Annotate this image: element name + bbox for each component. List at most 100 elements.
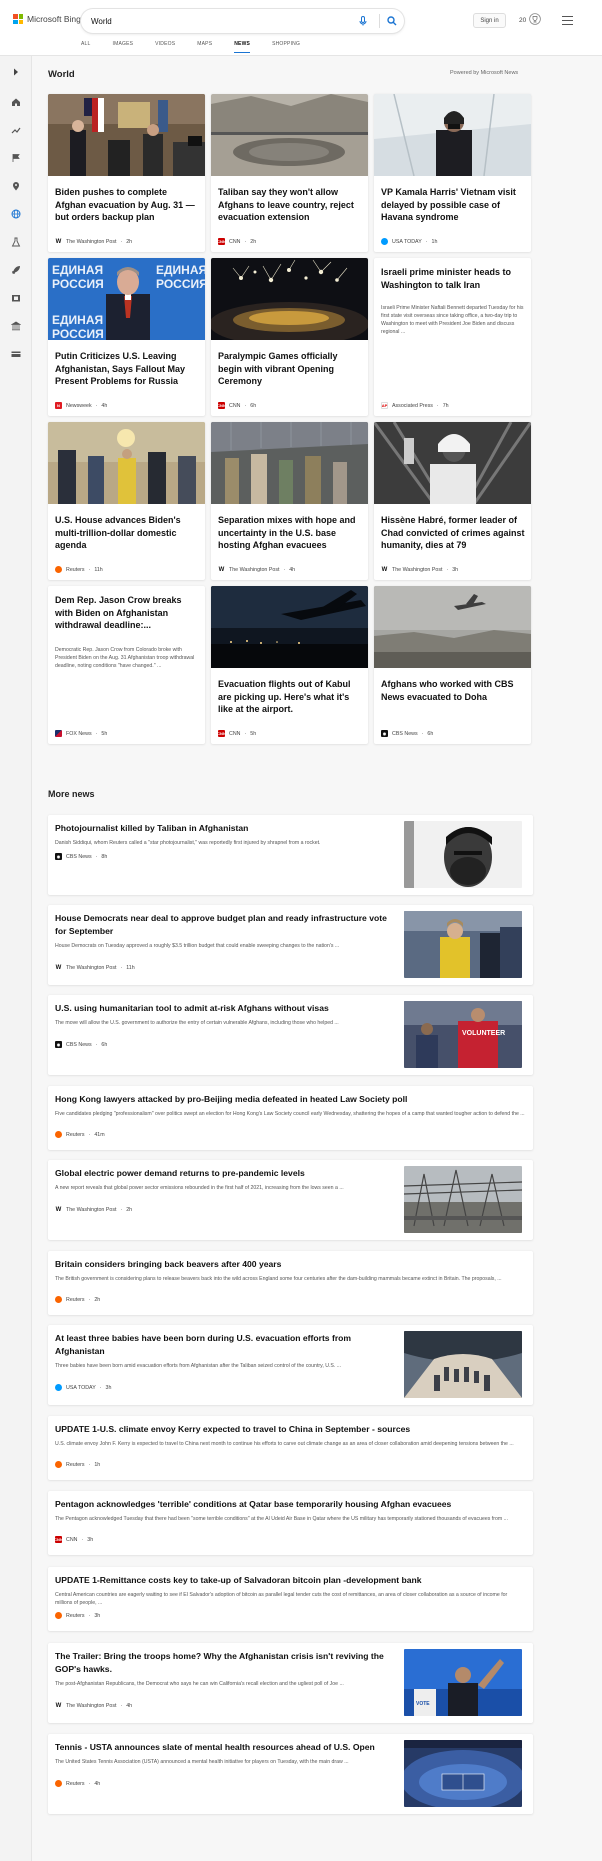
news-snippet: House Democrats on Tuesday approved a ro… xyxy=(55,943,340,949)
more-news-item[interactable]: UPDATE 1-Remittance costs key to take-up… xyxy=(48,1567,533,1631)
tab-videos[interactable]: VIDEOS xyxy=(155,39,175,51)
news-card[interactable]: Israeli prime minister heads to Washingt… xyxy=(374,258,531,416)
news-card[interactable]: Afghans who worked with CBS News evacuat… xyxy=(374,586,531,744)
news-title[interactable]: The Trailer: Bring the troops home? Why … xyxy=(55,1650,395,1675)
more-news-item[interactable]: At least three babies have been born dur… xyxy=(48,1325,533,1405)
news-title[interactable]: U.S. House advances Biden's multi-trilli… xyxy=(55,514,200,552)
bank-icon[interactable] xyxy=(10,320,21,331)
more-news-item[interactable]: The Trailer: Bring the troops home? Why … xyxy=(48,1643,533,1723)
news-time: 3h xyxy=(105,1384,112,1391)
news-title[interactable]: Tennis - USTA announces slate of mental … xyxy=(55,1741,395,1754)
news-time: 41m xyxy=(94,1131,105,1138)
tab-images[interactable]: IMAGES xyxy=(113,39,134,51)
home-icon[interactable] xyxy=(10,96,21,107)
news-card[interactable]: Biden pushes to complete Afghan evacuati… xyxy=(48,94,205,252)
tab-all[interactable]: ALL xyxy=(81,39,91,51)
news-title[interactable]: Global electric power demand returns to … xyxy=(55,1167,395,1180)
more-news-item[interactable]: UPDATE 1-U.S. climate envoy Kerry expect… xyxy=(48,1416,533,1480)
news-title[interactable]: Putin Criticizes U.S. Leaving Afghanista… xyxy=(55,350,200,388)
news-title[interactable]: Photojournalist killed by Taliban in Afg… xyxy=(55,822,395,835)
news-title[interactable]: VP Kamala Harris' Vietnam visit delayed … xyxy=(381,186,526,224)
news-title[interactable]: Hong Kong lawyers attacked by pro-Beijin… xyxy=(55,1093,525,1106)
more-news-item[interactable]: Pentagon acknowledges 'terrible' conditi… xyxy=(48,1491,533,1555)
menu-icon[interactable] xyxy=(562,16,573,25)
provider-name: The Washington Post xyxy=(392,566,443,573)
news-title[interactable]: Separation mixes with hope and uncertain… xyxy=(218,514,363,552)
news-card[interactable]: Evacuation flights out of Kabul are pick… xyxy=(211,586,368,744)
news-title[interactable]: Israeli prime minister heads to Washingt… xyxy=(381,266,526,291)
reuters-logo-icon xyxy=(55,1296,62,1303)
microphone-icon[interactable] xyxy=(355,13,371,29)
search-icon[interactable] xyxy=(384,13,400,29)
more-news-item[interactable]: Tennis - USTA announces slate of mental … xyxy=(48,1734,533,1814)
rewards-button[interactable]: 20 xyxy=(519,13,542,27)
more-news-item[interactable]: House Democrats near deal to approve bud… xyxy=(48,905,533,985)
news-title[interactable]: Pentagon acknowledges 'terrible' conditi… xyxy=(55,1498,525,1511)
news-title[interactable]: Hissène Habré, former leader of Chad con… xyxy=(381,514,526,552)
news-snippet: The British government is considering pl… xyxy=(55,1276,502,1282)
news-time: 4h xyxy=(94,1780,101,1787)
provider-name: USA TODAY xyxy=(392,238,422,245)
news-time: 8h xyxy=(101,853,108,860)
more-news-item[interactable]: U.S. using humanitarian tool to admit at… xyxy=(48,995,533,1075)
news-time: 4h xyxy=(126,1702,133,1709)
trending-icon[interactable] xyxy=(10,124,21,135)
provider-name: Associated Press xyxy=(392,402,433,409)
news-card[interactable]: Dem Rep. Jason Crow breaks with Biden on… xyxy=(48,586,205,744)
news-title[interactable]: U.S. using humanitarian tool to admit at… xyxy=(55,1002,395,1015)
news-title[interactable]: Evacuation flights out of Kabul are pick… xyxy=(218,678,363,716)
news-provider: Reuters · 1h xyxy=(55,1461,100,1468)
news-title[interactable]: Afghans who worked with CBS News evacuat… xyxy=(381,678,526,703)
expand-icon[interactable] xyxy=(10,66,21,77)
tab-news[interactable]: NEWS xyxy=(234,39,250,53)
news-card[interactable]: Paralympic Games officially begin with v… xyxy=(211,258,368,416)
tab-maps[interactable]: MAPS xyxy=(197,39,212,51)
bing-logo[interactable]: Microsoft Bing xyxy=(13,14,81,24)
news-image: VOTE xyxy=(404,1649,522,1716)
news-card[interactable]: Hissène Habré, former leader of Chad con… xyxy=(374,422,531,580)
svg-text:ЕДИНАЯ: ЕДИНАЯ xyxy=(52,313,103,327)
news-title[interactable]: Taliban say they won't allow Afghans to … xyxy=(218,186,363,224)
news-title[interactable]: Biden pushes to complete Afghan evacuati… xyxy=(55,186,200,224)
news-title[interactable]: Paralympic Games officially begin with v… xyxy=(218,350,363,388)
section-title-world: World xyxy=(48,69,75,80)
news-title[interactable]: At least three babies have been born dur… xyxy=(55,1332,385,1357)
news-card[interactable]: VP Kamala Harris' Vietnam visit delayed … xyxy=(374,94,531,252)
search-input[interactable] xyxy=(91,16,355,26)
money-icon[interactable] xyxy=(10,348,21,359)
provider-name: CNN xyxy=(229,238,241,245)
news-card[interactable]: Taliban say they won't allow Afghans to … xyxy=(211,94,368,252)
flag-icon[interactable] xyxy=(10,152,21,163)
news-title[interactable]: Dem Rep. Jason Crow breaks with Biden on… xyxy=(55,594,200,632)
sign-in-button[interactable]: Sign in xyxy=(473,13,506,28)
globe-icon[interactable] xyxy=(10,208,21,219)
provider-name: CBS News xyxy=(66,853,92,860)
rocket-icon[interactable] xyxy=(10,264,21,275)
news-time: 2h xyxy=(94,1296,101,1303)
news-provider: USA TODAY · 1h xyxy=(381,238,437,245)
news-title[interactable]: UPDATE 1-Remittance costs key to take-up… xyxy=(55,1574,525,1587)
news-card[interactable]: ЕДИНАЯ РОССИЯ ЕДИНАЯ РОССИЯ ЕДИНАЯ РОССИ… xyxy=(48,258,205,416)
news-card[interactable]: U.S. House advances Biden's multi-trilli… xyxy=(48,422,205,580)
film-icon[interactable] xyxy=(10,292,21,303)
news-snippet: The move will allow the U.S. government … xyxy=(55,1020,339,1026)
scope-tabs: ALL IMAGES VIDEOS MAPS NEWS SHOPPING xyxy=(81,39,322,53)
usa-today-logo-icon xyxy=(55,1384,62,1391)
news-title[interactable]: House Democrats near deal to approve bud… xyxy=(55,912,395,937)
news-card[interactable]: Separation mixes with hope and uncertain… xyxy=(211,422,368,580)
location-icon[interactable] xyxy=(10,180,21,191)
tab-shopping[interactable]: SHOPPING xyxy=(272,39,300,51)
news-time: 1h xyxy=(94,1461,101,1468)
science-icon[interactable] xyxy=(10,236,21,247)
more-news-item[interactable]: Photojournalist killed by Taliban in Afg… xyxy=(48,815,533,895)
news-provider: W The Washington Post · 4h xyxy=(55,1702,133,1709)
more-news-item[interactable]: Britain considers bringing back beavers … xyxy=(48,1251,533,1315)
more-news-item[interactable]: Hong Kong lawyers attacked by pro-Beijin… xyxy=(48,1086,533,1150)
more-news-item[interactable]: Global electric power demand returns to … xyxy=(48,1160,533,1240)
news-title[interactable]: Britain considers bringing back beavers … xyxy=(55,1258,525,1271)
provider-name: CBS News xyxy=(392,730,418,737)
news-provider: ◉ CBS News · 8h xyxy=(55,853,108,860)
svg-text:РОССИЯ: РОССИЯ xyxy=(156,277,205,291)
provider-name: CNN xyxy=(229,402,241,409)
news-title[interactable]: UPDATE 1-U.S. climate envoy Kerry expect… xyxy=(55,1423,525,1436)
